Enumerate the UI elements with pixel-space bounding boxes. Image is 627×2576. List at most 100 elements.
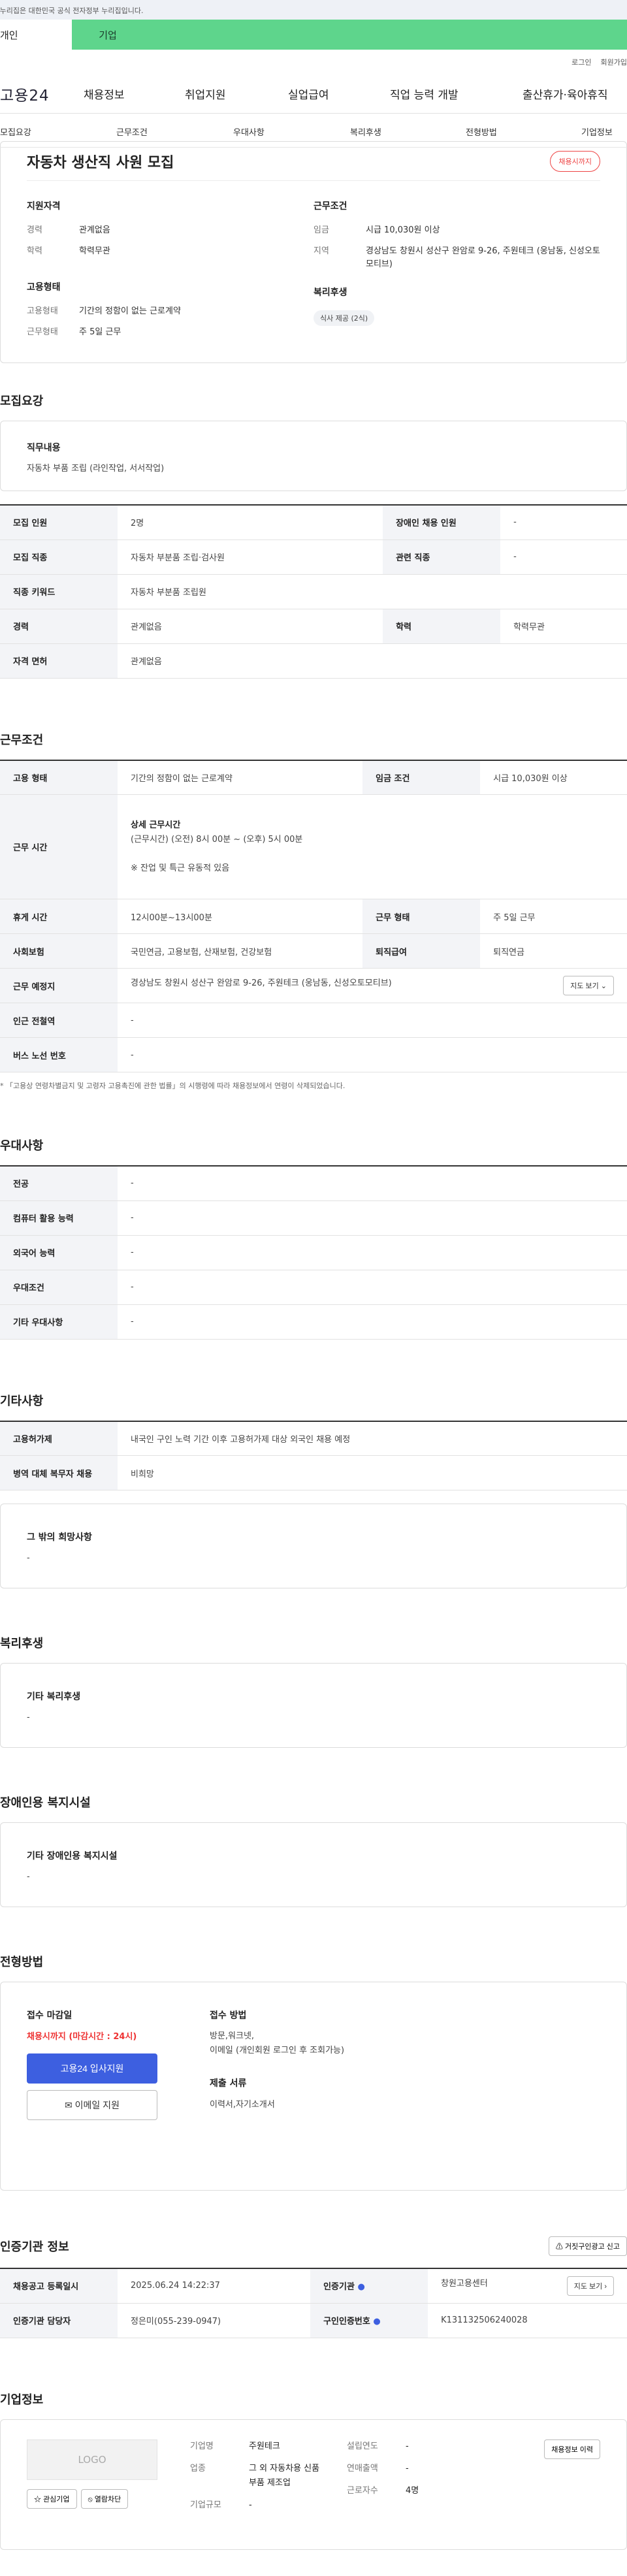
chevron-right-icon: ›: [604, 2282, 607, 2291]
row-value: 주 5일 근무: [480, 899, 627, 934]
recruit-title: 모집요강: [0, 394, 44, 408]
company-name-row: 기업명 주원테크: [190, 2439, 347, 2454]
report-button[interactable]: ⚠ 거짓구인광고 신고: [548, 2236, 627, 2256]
row-label: 퇴직급여: [362, 933, 481, 969]
place-cell: 경상남도 창원시 성산구 완암로 9-26, 주원테크 (웅남동, 신성오토모티…: [118, 968, 627, 1003]
row-label: 구인인증번호 ●: [310, 2303, 428, 2338]
method-value-1: 방문,워크넷,: [210, 2031, 255, 2041]
table-row: 근무 예정지 경상남도 창원시 성산구 완암로 9-26, 주원테크 (웅남동, …: [0, 968, 627, 1003]
company-sales-label: 연매출액: [347, 2463, 378, 2473]
row-label: 기타 우대사항: [0, 1304, 118, 1340]
org-map-button[interactable]: 지도 보기 ›: [566, 2276, 614, 2296]
subnav-recruit[interactable]: 모집요강: [0, 125, 31, 138]
gov-banner-text: 이 누리집은 대한민국 공식 전자정부 누리집입니다.: [0, 7, 144, 15]
welfare-chip: 식사 제공 (2식): [314, 310, 375, 326]
cert-label: 인증기관: [323, 2282, 355, 2293]
section-nav: 모집요강 근무조건 우대사항 복리후생 전형방법 기업정보: [0, 114, 627, 148]
gnb-employment-support[interactable]: 취업지원: [185, 86, 226, 102]
company-box: LOGO ☆ 관심기업 ⦸ 열람차단 기업명 주원테크 업종 그 외 자동차용 신품…: [0, 2419, 627, 2550]
row-label: 자격 면허: [0, 643, 118, 679]
mode-tabs: 개인 기업: [0, 20, 627, 50]
disabled-box-value: -: [27, 1872, 30, 1882]
info-icon[interactable]: ●: [373, 2317, 380, 2326]
history-button[interactable]: 채용정보 이력: [544, 2439, 600, 2459]
utility-bar: 로그인 회원가입: [0, 50, 627, 74]
apply-button[interactable]: 고용24 입사지원: [27, 2053, 157, 2084]
block-button[interactable]: ⦸ 열람차단: [80, 2488, 129, 2509]
page-bottom-spacer: [0, 2550, 627, 2576]
company-logo-placeholder: LOGO: [27, 2439, 157, 2480]
email-apply-button[interactable]: ✉ 이메일 지원: [27, 2090, 157, 2120]
row-label: 우대조건: [0, 1270, 118, 1305]
row-label: 장애인 채용 인원: [383, 505, 501, 540]
company-biz-row: 업종 그 외 자동차용 신품 부품 제조업: [190, 2462, 347, 2490]
global-nav: 고용24 채용정보 취업지원 실업급여 직업 능력 개발 출산휴가·육아휴직: [0, 74, 627, 114]
cert-cell: 창원고용센터 지도 보기 ›: [428, 2268, 627, 2304]
map-button[interactable]: 지도 보기 ⌄: [563, 976, 614, 995]
chevron-down-icon: ⌄: [600, 982, 607, 990]
block-icon: ⦸: [88, 2495, 93, 2504]
company-actions: ☆ 관심기업 ⦸ 열람차단: [27, 2488, 190, 2509]
subnav-welfare[interactable]: 복리후생: [350, 125, 381, 138]
subnav-work[interactable]: 근무조건: [116, 125, 148, 138]
subnav-pref[interactable]: 우대사항: [233, 125, 265, 138]
edu-value: 학력무관: [79, 246, 110, 256]
row-label: 관련 직종: [383, 539, 501, 575]
row-value: 퇴직연금: [480, 933, 627, 969]
welfare-box-heading: 기타 복리후생: [27, 1692, 81, 1702]
pref-table: 전공 - 컴퓨터 활용 능력 - 외국어 능력 - 우대조건 - 기타 우대사항 -: [0, 1165, 627, 1340]
deadline-badge: 채용시까지: [550, 150, 600, 172]
gnb-parental-leave[interactable]: 출산휴가·육아휴직: [522, 86, 608, 102]
table-row: 전공 -: [0, 1166, 627, 1201]
report-button-label: 거짓구인광고 신고: [564, 2243, 620, 2251]
welfare-box: 기타 복리후생 -: [0, 1663, 627, 1748]
info-icon[interactable]: ●: [357, 2282, 364, 2292]
docs-value: 이력서,자기소개서: [210, 2100, 275, 2110]
row-value: K131132506240028: [428, 2303, 627, 2338]
table-row: 고용 형태 기간의 정함이 없는 근로계약 임금 조건 시급 10,030원 이상: [0, 760, 627, 795]
join-link[interactable]: 회원가입: [601, 57, 627, 67]
area-value: 경상남도 창원시 성산구 완암로 9-26, 주원테크 (웅남동, 신성오토모티…: [366, 246, 600, 269]
login-link[interactable]: 로그인: [571, 57, 591, 67]
tab-company[interactable]: 기업: [72, 20, 144, 50]
disabled-box-heading: 기타 장애인용 복지시설: [27, 1851, 118, 1861]
table-row: 컴퓨터 활용 능력 -: [0, 1200, 627, 1236]
gnb-unemployment[interactable]: 실업급여: [288, 86, 329, 102]
gnb-training[interactable]: 직업 능력 개발: [390, 86, 458, 102]
row-value: 학력무관: [500, 609, 627, 644]
row-label: 병역 대체 복무자 채용: [0, 1455, 118, 1490]
table-row: 우대조건 -: [0, 1270, 627, 1305]
row-value: 자동차 부분품 조립·검사원: [118, 539, 383, 575]
gov-banner: 이 누리집은 대한민국 공식 전자정부 누리집입니다.: [0, 0, 627, 20]
company-history-area: 채용정보 이력: [490, 2439, 600, 2530]
row-value: -: [500, 539, 627, 575]
company-emp-value: 4명: [406, 2485, 419, 2496]
table-row: 병역 대체 복무자 채용 비희망: [0, 1455, 627, 1490]
apply-title: 전형방법: [0, 1956, 44, 1969]
row-label: 전공: [0, 1166, 118, 1201]
subnav-apply[interactable]: 전형방법: [466, 125, 497, 138]
cond-heading: 근무조건: [314, 201, 347, 212]
row-value: -: [118, 1235, 627, 1270]
table-row: 인증기관 담당자 정은미(055-239-0947) 구인인증번호 ● K131132…: [0, 2303, 627, 2338]
gnb-jobs[interactable]: 채용정보: [84, 86, 125, 102]
area-label: 지역: [314, 246, 329, 256]
row-label: 버스 노선 번호: [0, 1037, 118, 1072]
tab-personal[interactable]: 개인: [0, 20, 72, 50]
org-header: 인증기관 정보 ⚠ 거짓구인광고 신고: [0, 2236, 627, 2256]
row-label: 모집 직종: [0, 539, 118, 575]
star-icon: ☆: [34, 2495, 41, 2504]
row-value: -: [118, 1304, 627, 1340]
emp-heading: 고용형태: [27, 282, 61, 293]
report-icon: ⚠: [555, 2243, 563, 2251]
subnav-company[interactable]: 기업정보: [581, 125, 613, 138]
row-value: 12시00분~13시00분: [118, 899, 363, 934]
welfare-heading: 복리후생: [314, 287, 347, 298]
site-logo[interactable]: 고용24: [0, 83, 84, 105]
workform-label: 근무형태: [27, 327, 58, 337]
row-value: 2명: [118, 505, 383, 540]
age-note: * 「고용상 연령차별금지 및 고령자 고용촉진에 관한 법률」의 시행령에 따…: [0, 1082, 346, 1090]
table-row: 외국어 능력 -: [0, 1235, 627, 1270]
table-row: 모집 인원 2명 장애인 채용 인원 -: [0, 505, 627, 540]
favorite-button[interactable]: ☆ 관심기업: [27, 2488, 77, 2509]
